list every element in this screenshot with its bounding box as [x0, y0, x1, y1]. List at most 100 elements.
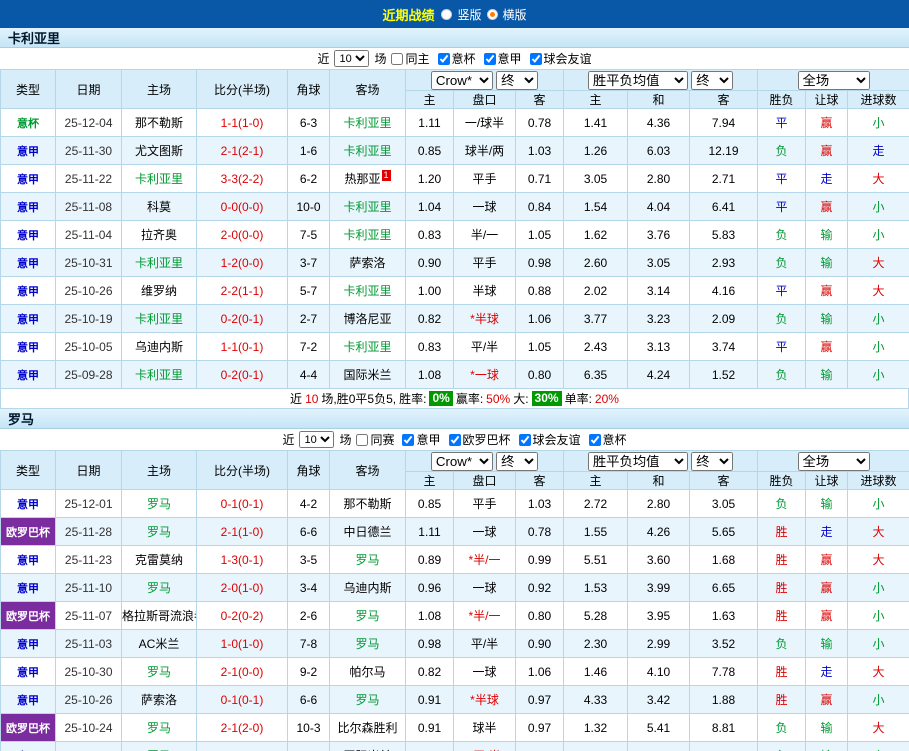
checkbox-input[interactable]: [448, 433, 461, 446]
vertical-radio[interactable]: [441, 8, 453, 20]
score-halftime: 0-1(0-1): [196, 489, 288, 518]
goals-result-cell: 小: [847, 360, 909, 389]
handicap-result-cell: 赢: [805, 685, 849, 714]
avg-odds-home: 2.43: [563, 332, 629, 361]
result-cell: 平: [757, 164, 807, 193]
col-score: 比分(半场): [196, 69, 288, 109]
match-date: 25-11-22: [55, 164, 122, 193]
col-avg-draw: 和: [627, 90, 691, 109]
score-halftime: 0-2(0-1): [196, 360, 288, 389]
avg-stage-select[interactable]: 终: [691, 451, 734, 471]
scope-select[interactable]: 全场: [797, 70, 870, 90]
corner-score: 9-2: [287, 657, 330, 686]
team-section-roma: 罗马 近 10 场 同赛 意甲 欧罗巴杯 球会友谊 意杯 类型 日期 主场 比分(半场)…: [0, 409, 909, 751]
score-halftime: 0-0(0-0): [196, 192, 288, 221]
score-halftime: 2-2(1-1): [196, 276, 288, 305]
result-cell: 平: [757, 108, 807, 137]
match-row: 意甲 25-10-26 维罗纳 2-2(1-1) 5-7 卡利亚里 1.00 半球 0.88 2.…: [0, 276, 909, 305]
handicap-line: 一球: [453, 517, 516, 546]
match-date: 25-11-07: [55, 601, 122, 630]
match-count-select[interactable]: 10: [299, 431, 335, 448]
avg-odds-home: 4.33: [563, 685, 629, 714]
checkbox-input[interactable]: [518, 433, 531, 446]
checkbox-input[interactable]: [529, 52, 542, 65]
home-team: 尤文图斯: [121, 136, 197, 165]
goals-result-cell: 大: [847, 276, 909, 305]
handicap-odds-away: 1.05: [514, 220, 565, 249]
vertical-radio-label[interactable]: 竖版: [457, 6, 481, 23]
avg-odds-home: 6.35: [563, 360, 629, 389]
goals-result-cell: 大: [847, 545, 909, 574]
home-team: 罗马: [121, 517, 197, 546]
filter-checkbox-意杯[interactable]: 意杯: [437, 50, 476, 67]
match-count-select[interactable]: 10: [334, 50, 370, 67]
away-team: 乌迪内斯: [329, 573, 406, 602]
checkbox-input[interactable]: [402, 433, 415, 446]
filter-checkbox-意甲[interactable]: 意甲: [483, 50, 522, 67]
away-team: 那不勒斯: [329, 489, 406, 518]
col-type: 类型: [0, 69, 56, 109]
odds-company-select[interactable]: Crow*: [430, 70, 493, 90]
avg-odds-away: 2.19: [689, 741, 759, 751]
goals-result-cell: 小: [847, 332, 909, 361]
odds-stage-select[interactable]: 终: [496, 451, 539, 471]
odds-company-select[interactable]: Crow*: [430, 451, 493, 471]
avg-odds-away: 2.93: [689, 248, 759, 277]
filter-checkbox-意杯[interactable]: 意杯: [588, 431, 627, 448]
filter-checkbox-同主[interactable]: 同主: [391, 50, 430, 67]
checkbox-input[interactable]: [437, 52, 450, 65]
col-avg-away: 客: [689, 471, 759, 490]
avg-odds-draw: 4.04: [627, 192, 691, 221]
big-rate-badge: 30%: [531, 391, 562, 406]
filter-checkbox-球会友谊[interactable]: 球会友谊: [518, 431, 581, 448]
handicap-odds-home: 1.00: [405, 276, 454, 305]
away-team: 帕尔马: [329, 657, 406, 686]
handicap-result-cell: 赢: [805, 545, 849, 574]
handicap-line: 平手: [453, 489, 516, 518]
avg-odds-away: 6.41: [689, 192, 759, 221]
score-halftime: 1-3(0-1): [196, 545, 288, 574]
filter-bar: 近 10 场 同主 意杯 意甲 球会友谊: [0, 48, 909, 69]
filter-checkbox-同赛[interactable]: 同赛: [356, 431, 394, 448]
score-halftime: 2-1(0-0): [196, 657, 288, 686]
home-team: 萨索洛: [121, 685, 197, 714]
league-type: 意甲: [0, 304, 56, 333]
checkbox-input[interactable]: [391, 52, 404, 65]
score-halftime: 1-1(0-1): [196, 332, 288, 361]
checkbox-input[interactable]: [483, 52, 496, 65]
avg-odds-away: 4.16: [689, 276, 759, 305]
checkbox-input[interactable]: [356, 433, 369, 446]
filter-checkbox-意甲[interactable]: 意甲: [402, 431, 441, 448]
handicap-result-cell: 赢: [805, 192, 849, 221]
avg-odds-home: 3.05: [563, 164, 629, 193]
horizontal-radio-label[interactable]: 横版: [503, 6, 527, 23]
checkbox-input[interactable]: [588, 433, 601, 446]
handicap-line: 半球: [453, 276, 516, 305]
avg-odds-draw: 3.23: [627, 304, 691, 333]
horizontal-radio[interactable]: [486, 8, 498, 20]
avg-type-select[interactable]: 胜平负均值: [587, 70, 688, 90]
avg-stage-select[interactable]: 终: [691, 70, 734, 90]
col-type: 类型: [0, 450, 56, 490]
match-date: 25-11-10: [55, 573, 122, 602]
avg-odds-home: 3.45: [563, 741, 629, 751]
handicap-odds-home: 0.89: [405, 545, 454, 574]
result-cell: 胜: [757, 685, 807, 714]
checkbox-label: 球会友谊: [543, 52, 592, 66]
goals-result-cell: 小: [847, 741, 909, 751]
topbar: 近期战绩 竖版 横版: [0, 0, 909, 28]
corner-score: 10-0: [287, 192, 330, 221]
odds-stage-select[interactable]: 终: [496, 70, 539, 90]
handicap-result-cell: 走: [805, 517, 849, 546]
corner-score: 6-2: [287, 164, 330, 193]
home-team: 卡利亚里: [121, 304, 197, 333]
match-row: 意甲 25-11-08 科莫 0-0(0-0) 10-0 卡利亚里 1.04 一球 0.84 1.…: [0, 192, 909, 221]
handicap-odds-home: 0.83: [405, 332, 454, 361]
filter-checkbox-欧罗巴杯[interactable]: 欧罗巴杯: [448, 431, 511, 448]
avg-type-select[interactable]: 胜平负均值: [587, 451, 688, 471]
handicap-result-cell: 输: [805, 629, 849, 658]
league-type: 意甲: [0, 164, 56, 193]
result-cell: 负: [757, 360, 807, 389]
scope-select[interactable]: 全场: [797, 451, 870, 471]
filter-checkbox-球会友谊[interactable]: 球会友谊: [529, 50, 592, 67]
